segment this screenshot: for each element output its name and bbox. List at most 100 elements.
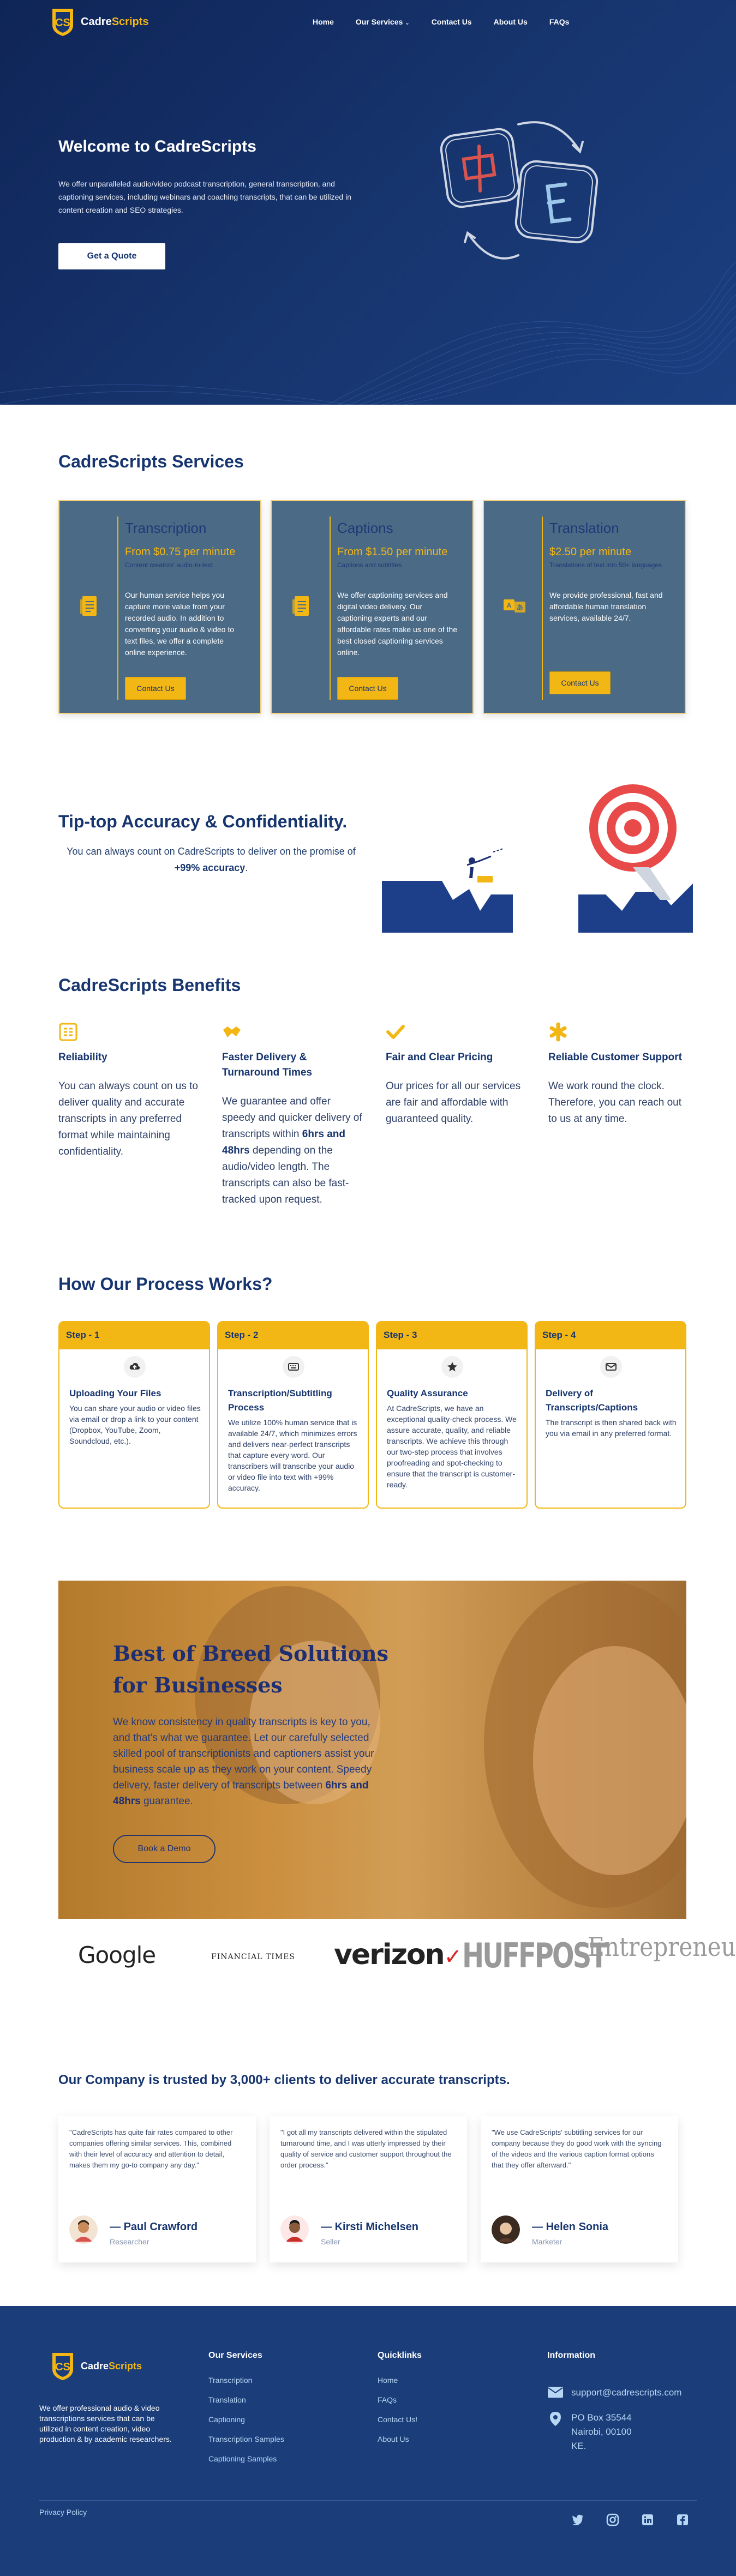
footer-link-home[interactable]: Home	[378, 2376, 422, 2385]
benefit-title: Fair and Clear Pricing	[386, 1052, 493, 1063]
footer-link-contact[interactable]: Contact Us!	[378, 2415, 422, 2424]
check-icon	[386, 1025, 405, 1039]
benefits-section: CadreScripts Benefits Reliability You ca…	[0, 965, 736, 1227]
step-text: We utilize 100% human service that is av…	[228, 1418, 357, 1492]
footer-email: support@cadrescripts.com	[571, 2387, 682, 2398]
linkedin-icon[interactable]	[641, 2513, 654, 2526]
benefit-faster-delivery: Faster Delivery & Turnaround Times We gu…	[222, 1022, 364, 1208]
process-step-4: Step - 4 Delivery of Transcripts/Caption…	[535, 1321, 686, 1509]
hero-text: We offer unparalleled audio/video podcas…	[58, 179, 351, 214]
nav-faqs[interactable]: FAQs	[549, 17, 570, 26]
services-title: CadreScripts Services	[58, 452, 244, 471]
privacy-policy-link[interactable]: Privacy Policy	[39, 2508, 87, 2517]
testimonial-card: "We use CadreScripts' subtitling service…	[481, 2116, 678, 2262]
footer-services-column: Our Services Transcription Translation C…	[208, 2351, 284, 2474]
accuracy-text: You can always count on CadreScripts to …	[67, 846, 356, 873]
service-card-transcription: Transcription From $0.75 per minute Cont…	[58, 500, 261, 714]
get-quote-button[interactable]: Get a Quote	[58, 243, 165, 269]
testimonial-role: Marketer	[532, 2237, 563, 2246]
press-logos: Google FINANCIAL TIMES verizon✓ HUFFPOST…	[58, 1924, 736, 1990]
footer-column-title: Quicklinks	[378, 2351, 422, 2360]
footer-link-transcription[interactable]: Transcription	[208, 2376, 284, 2385]
logo-shield-icon: CS	[52, 2353, 73, 2380]
benefit-text: You can always count on us to deliver qu…	[58, 1080, 198, 1157]
verizon-check-icon: ✓	[444, 1944, 462, 1969]
map-pin-icon	[550, 2412, 561, 2426]
card-divider	[330, 517, 331, 700]
footer-link-captioning[interactable]: Captioning	[208, 2415, 284, 2424]
benefit-customer-support: Reliable Customer Support We work round …	[548, 1022, 690, 1127]
hero-section: CS CadreScripts Home Our Services ⌄ Conta…	[0, 0, 736, 405]
service-card-captions: Captions From $1.50 per minute Captions …	[271, 500, 474, 714]
target-cliff-illustration	[382, 784, 693, 933]
testimonial-name: — Paul Crawford	[110, 2221, 198, 2233]
card-subtitle: Captions and subtitles	[337, 561, 402, 569]
card-title: Translation	[549, 520, 619, 536]
card-title: Captions	[337, 520, 393, 536]
footer-about: We offer professional audio & video tran…	[39, 2404, 172, 2443]
step-title: Delivery of Transcripts/Captions	[546, 1388, 638, 1413]
step-label: Step - 2	[218, 1322, 368, 1349]
footer-email-row[interactable]: support@cadrescripts.com	[547, 2386, 681, 2400]
card-description: We provide professional, fast and afford…	[549, 591, 663, 622]
breed-title: Best of Breed Solutions for Businesses	[113, 1641, 388, 1697]
step-title: Transcription/Subtitling Process	[228, 1388, 332, 1413]
card-price: From $0.75 per minute	[125, 546, 236, 558]
facebook-icon[interactable]	[676, 2513, 689, 2526]
testimonials-section: Our Company is trusted by 3,000+ clients…	[0, 2073, 736, 2291]
document-icon	[292, 596, 309, 616]
step-text: The transcript is then shared back with …	[546, 1418, 677, 1438]
footer-divider	[39, 2500, 697, 2501]
step-label: Step - 1	[59, 1322, 209, 1349]
card-description: We offer captioning services and digital…	[337, 591, 457, 657]
benefit-text: We guarantee and offer speedy and quicke…	[222, 1096, 362, 1205]
handshake-icon	[223, 1026, 241, 1037]
nav-home[interactable]: Home	[313, 17, 334, 26]
footer-logo[interactable]: CS CadreScripts	[50, 2351, 142, 2381]
entrepreneur-logo: Entrepreneur	[588, 1932, 736, 1962]
benefits-title: CadreScripts Benefits	[58, 975, 241, 995]
process-title: How Our Process Works?	[58, 1274, 273, 1294]
card-divider	[117, 517, 118, 700]
footer-link-faqs[interactable]: FAQs	[378, 2395, 422, 2404]
benefit-text: We work round the clock. Therefore, you …	[548, 1080, 681, 1125]
google-logo: Google	[78, 1942, 156, 1968]
process-step-1: Step - 1 Uploading Your Files You can sh…	[58, 1321, 210, 1509]
service-card-translation: Aあ Translation $2.50 per minute Translat…	[483, 500, 686, 714]
contact-us-button[interactable]: Contact Us	[549, 671, 611, 694]
asterisk-icon	[549, 1022, 567, 1042]
nav-about-us[interactable]: About Us	[494, 17, 528, 26]
breed-text: We know consistency in quality transcrip…	[113, 1716, 374, 1807]
footer-link-transcription-samples[interactable]: Transcription Samples	[208, 2435, 284, 2443]
footer-link-about[interactable]: About Us	[378, 2435, 422, 2443]
envelope-icon	[600, 1356, 622, 1378]
grid-icon	[59, 1023, 77, 1041]
translate-icon: Aあ	[504, 599, 525, 613]
site-logo[interactable]: CS CadreScripts	[50, 7, 149, 37]
svg-text:A: A	[507, 602, 512, 609]
step-text: You can share your audio or video files …	[69, 1404, 201, 1445]
footer-information-column: Information	[547, 2351, 595, 2376]
benefit-reliability: Reliability You can always count on us t…	[58, 1022, 200, 1160]
keyboard-icon	[283, 1356, 304, 1378]
site-footer: CS CadreScripts We offer professional au…	[0, 2306, 736, 2576]
process-step-3: Step - 3 Quality Assurance At CadreScrip…	[376, 1321, 528, 1509]
footer-column-title: Our Services	[208, 2351, 262, 2360]
contact-us-button[interactable]: Contact Us	[125, 677, 186, 700]
twitter-icon[interactable]	[571, 2513, 584, 2526]
footer-link-captioning-samples[interactable]: Captioning Samples	[208, 2454, 284, 2463]
nav-contact-us[interactable]: Contact Us	[432, 17, 472, 26]
card-description: Our human service helps you capture more…	[125, 591, 235, 657]
translation-chalk-illustration	[440, 121, 599, 260]
book-demo-button[interactable]: Book a Demo	[113, 1835, 216, 1863]
instagram-icon[interactable]	[606, 2513, 619, 2526]
card-title: Transcription	[125, 520, 207, 536]
testimonial-card: "I got all my transcripts delivered with…	[270, 2116, 467, 2262]
avatar	[280, 2215, 309, 2244]
step-title: Uploading Your Files	[69, 1388, 161, 1398]
logo-shield-icon: CS	[52, 9, 73, 36]
avatar	[492, 2215, 520, 2244]
nav-our-services[interactable]: Our Services ⌄	[356, 17, 410, 26]
footer-link-translation[interactable]: Translation	[208, 2395, 284, 2404]
contact-us-button[interactable]: Contact Us	[337, 677, 398, 700]
